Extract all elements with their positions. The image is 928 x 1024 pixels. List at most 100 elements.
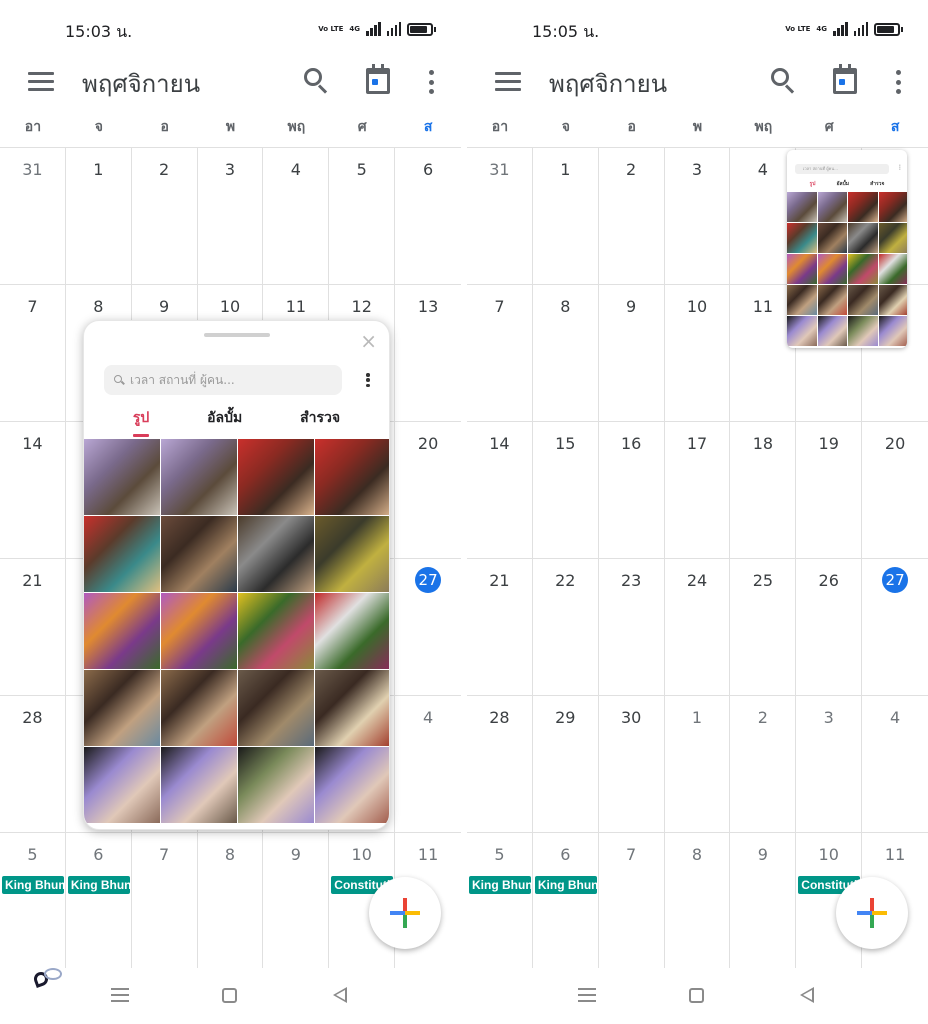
day-cell[interactable]: 22 — [533, 559, 599, 695]
nav-home-icon[interactable] — [222, 988, 237, 1003]
day-cell[interactable]: 26 — [796, 559, 863, 695]
day-cell[interactable]: 30 — [599, 696, 665, 832]
month-title[interactable]: พฤศจิกายน — [549, 64, 667, 103]
day-cell[interactable]: 8 — [665, 833, 731, 969]
day-cell[interactable]: 24 — [665, 559, 731, 695]
photo-thumbnail[interactable] — [238, 670, 314, 746]
photo-thumbnail[interactable] — [315, 516, 389, 592]
day-cell[interactable]: 18 — [730, 422, 797, 558]
close-icon[interactable]: × — [360, 329, 377, 353]
photo-thumbnail[interactable] — [84, 593, 160, 669]
month-title[interactable]: พฤศจิกายน — [82, 64, 200, 103]
photo-thumbnail[interactable] — [817, 223, 847, 253]
photo-thumbnail[interactable] — [878, 223, 907, 253]
photo-thumbnail[interactable] — [817, 192, 847, 222]
photo-thumbnail[interactable] — [161, 670, 237, 746]
day-cell[interactable]: 5 King Bhum — [0, 833, 66, 969]
day-cell[interactable]: 21 — [467, 559, 533, 695]
day-cell[interactable]: 31 — [467, 148, 533, 284]
photo-thumbnail[interactable] — [84, 747, 160, 823]
day-cell[interactable]: 17 — [665, 422, 731, 558]
day-cell[interactable]: 20 — [862, 422, 928, 558]
day-cell[interactable]: 2 — [132, 148, 198, 284]
search-icon[interactable] — [771, 68, 797, 94]
photo-thumbnail[interactable] — [817, 316, 847, 346]
day-cell[interactable]: 15 — [533, 422, 599, 558]
day-cell[interactable]: 16 — [599, 422, 665, 558]
photo-thumbnail[interactable] — [315, 747, 389, 823]
event-chip[interactable]: King Bhun — [534, 876, 597, 894]
search-icon[interactable] — [304, 68, 330, 94]
day-cell[interactable]: 19 — [796, 422, 863, 558]
day-cell[interactable]: 6 King Bhun — [533, 833, 599, 969]
day-cell[interactable]: 3 — [796, 696, 863, 832]
photo-thumbnail[interactable] — [238, 747, 314, 823]
day-cell[interactable]: 9 — [599, 285, 665, 421]
tab-explore[interactable]: สำรวจ — [300, 407, 340, 435]
photo-search-input[interactable]: เวลา สถานที่ ผู้คน... — [104, 365, 342, 395]
tab-albums[interactable]: อัลบั้ม — [207, 407, 242, 435]
day-cell[interactable]: 9 — [730, 833, 797, 969]
photo-thumbnail[interactable] — [161, 747, 237, 823]
photo-thumbnail[interactable] — [848, 285, 878, 315]
today-calendar-icon[interactable] — [833, 64, 857, 94]
photo-thumbnail[interactable] — [878, 192, 907, 222]
photo-thumbnail[interactable] — [848, 223, 878, 253]
day-cell[interactable]: 1 — [533, 148, 599, 284]
day-cell[interactable]: 27 — [862, 559, 928, 695]
photo-thumbnail[interactable] — [848, 316, 878, 346]
event-chip[interactable]: King Bhun — [469, 876, 531, 894]
photo-thumbnail[interactable] — [787, 285, 817, 315]
day-cell[interactable]: 1 — [665, 696, 731, 832]
create-event-button[interactable] — [836, 877, 908, 949]
day-cell[interactable]: 2 — [599, 148, 665, 284]
photo-thumbnail[interactable] — [787, 316, 817, 346]
photo-thumbnail[interactable] — [878, 285, 907, 315]
menu-icon[interactable] — [495, 72, 521, 92]
day-cell[interactable]: 4 — [263, 148, 330, 284]
day-cell[interactable]: 5 King Bhun — [467, 833, 533, 969]
day-cell[interactable]: 13 — [395, 285, 461, 421]
nav-back-icon[interactable] — [800, 987, 814, 1003]
photo-thumbnail[interactable] — [84, 439, 160, 515]
photo-thumbnail[interactable] — [161, 516, 237, 592]
day-cell[interactable]: 27 — [395, 559, 461, 695]
photo-thumbnail[interactable] — [848, 254, 878, 284]
photo-thumbnail[interactable] — [161, 439, 237, 515]
photo-thumbnail[interactable] — [787, 254, 817, 284]
day-cell[interactable]: 6 — [395, 148, 461, 284]
day-cell[interactable]: 3 — [198, 148, 264, 284]
photo-thumbnail[interactable] — [161, 593, 237, 669]
day-cell[interactable]: 23 — [599, 559, 665, 695]
day-cell[interactable]: 4 — [862, 696, 928, 832]
create-event-button[interactable] — [369, 877, 441, 949]
day-cell[interactable]: 1 — [66, 148, 132, 284]
photo-thumbnail[interactable] — [315, 593, 389, 669]
drag-handle[interactable] — [204, 333, 270, 337]
photo-thumbnail[interactable] — [848, 192, 878, 222]
day-cell[interactable]: 8 — [198, 833, 264, 969]
day-cell[interactable]: 7 — [132, 833, 198, 969]
day-cell[interactable]: 31 — [0, 148, 66, 284]
nav-back-icon[interactable] — [333, 987, 347, 1003]
day-cell[interactable]: 4 — [395, 696, 461, 832]
day-cell[interactable]: 28 — [467, 696, 533, 832]
day-cell[interactable]: 14 — [467, 422, 533, 558]
day-cell[interactable]: 7 — [599, 833, 665, 969]
more-vert-icon[interactable] — [427, 70, 435, 94]
picker-thumbnail-preview[interactable]: เวลา สถานที่ ผู้คน... ⋮ รูป อัลบั้ม สำรว… — [787, 150, 907, 348]
day-cell[interactable]: 14 — [0, 422, 66, 558]
day-cell[interactable]: 29 — [533, 696, 599, 832]
tab-photos[interactable]: รูป — [132, 407, 150, 437]
day-cell[interactable]: 6 King Bhun — [66, 833, 132, 969]
photo-thumbnail[interactable] — [238, 439, 314, 515]
day-cell[interactable]: 21 — [0, 559, 66, 695]
photo-thumbnail[interactable] — [315, 670, 389, 746]
photo-thumbnail[interactable] — [878, 254, 907, 284]
photo-thumbnail[interactable] — [84, 670, 160, 746]
day-cell[interactable]: 5 — [329, 148, 396, 284]
today-calendar-icon[interactable] — [366, 64, 390, 94]
more-vert-icon[interactable] — [366, 373, 370, 387]
day-cell[interactable]: 3 — [665, 148, 731, 284]
menu-icon[interactable] — [28, 72, 54, 92]
